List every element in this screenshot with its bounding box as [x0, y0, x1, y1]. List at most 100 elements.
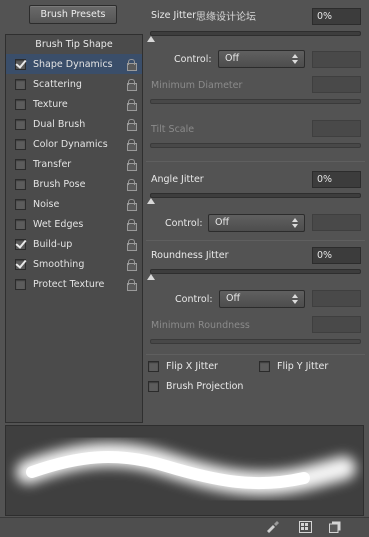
flip-y-jitter-checkbox[interactable]: Flip Y Jitter — [257, 361, 328, 372]
flip-y-checkbox-box[interactable] — [259, 361, 270, 372]
angle-control-select[interactable]: Off — [208, 214, 305, 232]
option-checkbox[interactable] — [15, 278, 26, 290]
brush-option-protect-texture[interactable]: Protect Texture — [6, 274, 142, 294]
option-label: Color Dynamics — [33, 138, 108, 150]
brush-stroke-preview — [5, 425, 364, 516]
option-label: Smoothing — [33, 258, 85, 270]
size-jitter-slider-handle[interactable] — [147, 36, 155, 42]
angle-jitter-slider[interactable] — [150, 193, 361, 198]
option-checkbox[interactable] — [15, 178, 26, 190]
brush-projection-label: Brush Projection — [166, 381, 244, 392]
brush-option-wet-edges[interactable]: Wet Edges — [6, 214, 142, 234]
roundness-jitter-slider[interactable] — [150, 269, 361, 274]
brush-option-texture[interactable]: Texture — [6, 94, 142, 114]
roundness-control-select[interactable]: Off — [219, 290, 305, 308]
angle-jitter-label: Angle Jitter — [151, 174, 204, 185]
brush-option-dual-brush[interactable]: Dual Brush — [6, 114, 142, 134]
angle-control-label: Control: — [165, 218, 203, 229]
flip-x-checkbox-box[interactable] — [148, 361, 159, 372]
brush-stroke-preview-graphic — [16, 442, 356, 496]
option-checkbox[interactable] — [15, 118, 26, 130]
lock-icon[interactable] — [126, 59, 137, 71]
option-checkbox[interactable] — [15, 58, 26, 70]
min-diameter-slider — [150, 99, 361, 104]
lock-icon[interactable] — [126, 219, 137, 231]
brush-option-shape-dynamics[interactable]: Shape Dynamics — [6, 54, 142, 74]
dropdown-arrows-icon — [292, 53, 299, 65]
option-checkbox[interactable] — [15, 138, 26, 150]
option-checkbox[interactable] — [15, 158, 26, 170]
option-label: Shape Dynamics — [33, 58, 113, 70]
grid-icon[interactable] — [299, 521, 312, 533]
option-checkbox[interactable] — [15, 78, 26, 90]
lock-icon[interactable] — [126, 119, 137, 131]
min-roundness-label: Minimum Roundness — [151, 320, 250, 331]
flip-x-jitter-checkbox[interactable]: Flip X Jitter — [146, 361, 218, 372]
option-label: Transfer — [33, 158, 72, 170]
divider — [146, 354, 365, 355]
size-control-select[interactable]: Off — [218, 50, 305, 68]
roundness-control-label: Control: — [175, 294, 213, 305]
roundness-jitter-slider-handle[interactable] — [147, 274, 155, 280]
option-label: Noise — [33, 198, 60, 210]
new-preset-icon[interactable] — [329, 521, 341, 533]
option-label: Build-up — [33, 238, 73, 250]
lock-icon[interactable] — [126, 259, 137, 271]
angle-control-value: Off — [215, 217, 230, 228]
option-checkbox[interactable] — [15, 258, 26, 270]
brush-tip-shape-item[interactable]: Brush Tip Shape — [6, 36, 142, 54]
brush-option-transfer[interactable]: Transfer — [6, 154, 142, 174]
panel-bottom-bar — [0, 517, 369, 537]
min-diameter-label: Minimum Diameter — [151, 80, 243, 91]
lock-icon[interactable] — [126, 159, 137, 171]
watermark-text: 思缘设计论坛 — [196, 12, 256, 23]
roundness-control-value: Off — [226, 293, 241, 304]
divider — [146, 161, 365, 162]
brush-tool-icon[interactable] — [265, 521, 281, 533]
angle-jitter-slider-handle[interactable] — [147, 198, 155, 204]
lock-icon[interactable] — [126, 179, 137, 191]
option-checkbox[interactable] — [15, 238, 26, 250]
brush-option-scattering[interactable]: Scattering — [6, 74, 142, 94]
size-control-value: Off — [225, 53, 240, 64]
option-checkbox[interactable] — [15, 98, 26, 110]
tilt-scale-slider — [150, 143, 361, 148]
size-control-value-field — [312, 51, 361, 68]
tilt-scale-input — [312, 120, 361, 137]
size-jitter-slider[interactable] — [150, 31, 361, 36]
dropdown-arrows-icon — [292, 293, 299, 305]
size-jitter-label: Size Jitter — [151, 10, 197, 21]
brush-option-build-up[interactable]: Build-up — [6, 234, 142, 254]
lock-icon[interactable] — [126, 239, 137, 251]
option-label: Texture — [33, 98, 68, 110]
size-control-label: Control: — [174, 54, 212, 65]
brush-option-smoothing[interactable]: Smoothing — [6, 254, 142, 274]
brush-option-brush-pose[interactable]: Brush Pose — [6, 174, 142, 194]
lock-icon[interactable] — [126, 99, 137, 111]
brush-projection-checkbox-box[interactable] — [148, 381, 159, 392]
roundness-jitter-label: Roundness Jitter — [151, 250, 229, 261]
brush-option-noise[interactable]: Noise — [6, 194, 142, 214]
lock-icon[interactable] — [126, 279, 137, 291]
option-checkbox[interactable] — [15, 198, 26, 210]
option-label: Protect Texture — [33, 278, 105, 290]
size-jitter-input[interactable]: 0% — [312, 8, 361, 25]
min-roundness-slider — [150, 339, 361, 344]
option-label: Wet Edges — [33, 218, 84, 230]
lock-icon[interactable] — [126, 139, 137, 151]
option-checkbox[interactable] — [15, 218, 26, 230]
min-diameter-input — [312, 76, 361, 93]
roundness-jitter-input[interactable]: 0% — [312, 247, 361, 264]
option-label: Scattering — [33, 78, 82, 90]
option-label: Brush Pose — [33, 178, 86, 190]
brush-option-color-dynamics[interactable]: Color Dynamics — [6, 134, 142, 154]
angle-jitter-input[interactable]: 0% — [312, 171, 361, 188]
brush-projection-checkbox[interactable]: Brush Projection — [146, 381, 243, 392]
dropdown-arrows-icon — [292, 217, 299, 229]
lock-icon[interactable] — [126, 199, 137, 211]
roundness-control-value-field — [312, 290, 361, 307]
brush-presets-button[interactable]: Brush Presets — [29, 5, 117, 24]
flip-y-label: Flip Y Jitter — [277, 361, 329, 372]
option-label: Dual Brush — [33, 118, 86, 130]
lock-icon[interactable] — [126, 79, 137, 91]
